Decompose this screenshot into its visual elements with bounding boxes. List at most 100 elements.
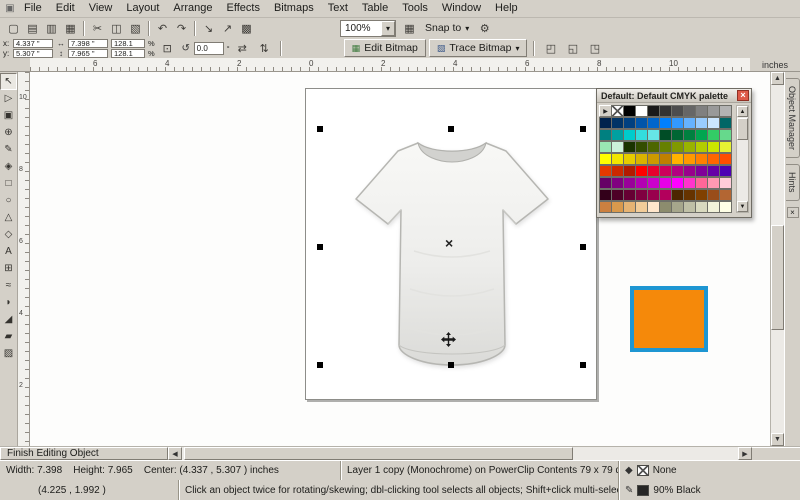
menu-file[interactable]: File — [17, 0, 49, 17]
trace-bitmap-button[interactable]: ▧ Trace Bitmap ▾ — [429, 39, 528, 57]
scroll-right-icon[interactable]: ▶ — [738, 447, 752, 460]
open-icon[interactable]: ▤ — [23, 19, 42, 37]
new-document-icon[interactable]: ▢ — [4, 19, 23, 37]
palette-swatch[interactable] — [719, 201, 732, 213]
palette-swatch[interactable] — [719, 117, 732, 129]
undo-icon[interactable]: ↶ — [153, 19, 172, 37]
export-icon[interactable]: ↗ — [218, 19, 237, 37]
freehand-tool[interactable]: ✎ — [0, 141, 17, 158]
menu-window[interactable]: Window — [435, 0, 488, 17]
drawing-canvas[interactable]: × Default: Default CMYK palette × ▶ ▲ ▼ — [30, 72, 770, 446]
orange-rectangle-object[interactable] — [630, 286, 708, 352]
zoom-combobox[interactable]: 100% ▾ — [340, 20, 396, 37]
interactive-fill-tool[interactable]: ▨ — [0, 345, 17, 362]
menu-edit[interactable]: Edit — [49, 0, 82, 17]
menu-help[interactable]: Help — [488, 0, 525, 17]
application-launcher-icon[interactable]: ▩ — [237, 19, 256, 37]
y-position-input[interactable]: 5.307 " — [13, 49, 53, 58]
menu-text[interactable]: Text — [321, 0, 355, 17]
menu-tools[interactable]: Tools — [395, 0, 435, 17]
docker-tab-hints[interactable]: Hints — [786, 164, 800, 201]
options-icon[interactable]: ⚙ — [475, 19, 494, 37]
palette-swatch[interactable] — [719, 165, 732, 177]
vertical-scroll-track[interactable] — [771, 85, 784, 433]
palette-swatch[interactable] — [719, 129, 732, 141]
docker-close-icon[interactable]: × — [787, 207, 799, 218]
palette-titlebar[interactable]: Default: Default CMYK palette × — [597, 89, 751, 103]
scroll-up-icon[interactable]: ▲ — [737, 106, 748, 117]
palette-swatch[interactable] — [719, 141, 732, 153]
copy-icon[interactable]: ◫ — [107, 19, 126, 37]
menu-effects[interactable]: Effects — [220, 0, 267, 17]
basic-shapes-tool[interactable]: ◇ — [0, 226, 17, 243]
fill-tool[interactable]: ▰ — [0, 328, 17, 345]
print-icon[interactable]: ▦ — [61, 19, 80, 37]
rectangle-tool[interactable]: □ — [0, 175, 17, 192]
scroll-down-icon[interactable]: ▼ — [737, 201, 748, 212]
bitmap-mode-icon[interactable]: ◳ — [585, 39, 604, 57]
snap-to-button[interactable]: Snap to ▾ — [419, 20, 475, 37]
snap-grid-icon[interactable]: ▦ — [400, 19, 419, 37]
page[interactable]: × — [305, 88, 597, 400]
width-input[interactable]: 7.398 " — [68, 39, 108, 48]
palette-scroll-track[interactable] — [737, 117, 748, 201]
palette-scroll-thumb[interactable] — [737, 118, 748, 140]
text-tool[interactable]: A — [0, 243, 17, 260]
zoom-tool[interactable]: ⊕ — [0, 124, 17, 141]
mirror-horizontal-button[interactable]: ⇄ — [233, 39, 252, 57]
vertical-ruler[interactable]: 108642 — [18, 72, 30, 446]
smart-fill-tool[interactable]: ◈ — [0, 158, 17, 175]
selection-handle[interactable] — [448, 126, 454, 132]
scroll-left-icon[interactable]: ◀ — [168, 447, 182, 460]
selection-handle[interactable] — [448, 362, 454, 368]
import-icon[interactable]: ↘ — [199, 19, 218, 37]
pick-tool[interactable]: ↖ — [0, 73, 17, 90]
scale-h-input[interactable]: 128.1 — [111, 39, 145, 48]
zoom-dropdown-icon[interactable]: ▾ — [381, 21, 395, 36]
ellipse-tool[interactable]: ○ — [0, 192, 17, 209]
crop-tool[interactable]: ▣ — [0, 107, 17, 124]
selection-handle[interactable] — [317, 126, 323, 132]
menu-layout[interactable]: Layout — [119, 0, 166, 17]
outline-color-swatch[interactable] — [637, 485, 649, 496]
vertical-scrollbar[interactable]: ▲ ▼ — [770, 72, 784, 446]
palette-swatch[interactable] — [719, 105, 732, 117]
redo-icon[interactable]: ↷ — [172, 19, 191, 37]
selection-handle[interactable] — [580, 362, 586, 368]
palette-swatch[interactable] — [719, 153, 732, 165]
table-tool[interactable]: ⊞ — [0, 260, 17, 277]
scroll-down-icon[interactable]: ▼ — [771, 433, 784, 446]
fill-color-swatch[interactable] — [637, 465, 649, 476]
horizontal-ruler[interactable]: 6420246810 — [30, 58, 750, 72]
horizontal-scroll-track[interactable] — [182, 447, 738, 460]
resample-bitmap-icon[interactable]: ◱ — [563, 39, 582, 57]
height-input[interactable]: 7.965 " — [68, 49, 108, 58]
lock-ratio-button[interactable]: ⊡ — [158, 39, 177, 57]
menu-bitmaps[interactable]: Bitmaps — [267, 0, 321, 17]
outline-pen-tool[interactable]: ◢ — [0, 311, 17, 328]
finish-editing-object-button[interactable]: Finish Editing Object — [0, 447, 168, 460]
palette-swatch[interactable] — [719, 177, 732, 189]
horizontal-scroll-thumb[interactable] — [184, 447, 573, 460]
paste-icon[interactable]: ▧ — [126, 19, 145, 37]
shape-tool[interactable]: ▷ — [0, 90, 17, 107]
polygon-tool[interactable]: △ — [0, 209, 17, 226]
crop-bitmap-icon[interactable]: ◰ — [541, 39, 560, 57]
close-icon[interactable]: × — [737, 90, 749, 101]
save-icon[interactable]: ▥ — [42, 19, 61, 37]
rotation-angle-input[interactable]: 0.0 — [194, 42, 224, 55]
cut-icon[interactable]: ✂ — [88, 19, 107, 37]
scale-v-input[interactable]: 128.1 — [111, 49, 145, 58]
selection-handle[interactable] — [317, 362, 323, 368]
mirror-vertical-button[interactable]: ⇅ — [255, 39, 274, 57]
selection-handle[interactable] — [317, 244, 323, 250]
selection-handle[interactable] — [580, 126, 586, 132]
interactive-blend-tool[interactable]: ≈ — [0, 277, 17, 294]
x-position-input[interactable]: 4.337 " — [13, 39, 53, 48]
eyedropper-tool[interactable]: ◗ — [0, 294, 17, 311]
vertical-scroll-thumb[interactable] — [771, 225, 784, 330]
edit-bitmap-button[interactable]: ▦ Edit Bitmap — [344, 39, 426, 57]
menu-table[interactable]: Table — [355, 0, 395, 17]
selection-handle[interactable] — [580, 244, 586, 250]
menu-arrange[interactable]: Arrange — [166, 0, 219, 17]
